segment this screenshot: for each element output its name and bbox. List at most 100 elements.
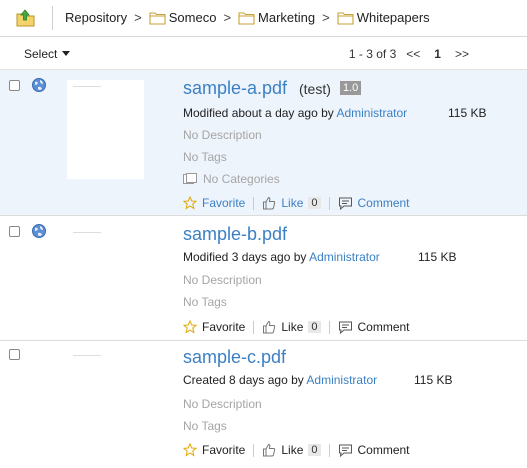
modified-info: Created 8 days ago by Administrator: [183, 373, 377, 387]
breadcrumb-label: Someco: [168, 10, 217, 25]
previous-page-link[interactable]: <<: [406, 47, 420, 61]
description: No Description: [183, 273, 262, 287]
description: No Description: [183, 397, 262, 411]
divider: [52, 6, 53, 30]
row-checkbox[interactable]: [9, 80, 20, 91]
comment-label: Comment: [357, 196, 410, 210]
breadcrumb-label: Whitepapers: [356, 10, 430, 25]
star-icon: [183, 443, 197, 457]
modified-text: Modified 3 days ago by: [183, 250, 307, 264]
file-size: 115 KB: [414, 373, 453, 387]
folder-icon: [337, 11, 354, 25]
breadcrumb-separator: >: [223, 10, 232, 25]
comment-icon: [338, 321, 352, 334]
current-page: 1: [434, 47, 441, 61]
star-icon: [183, 320, 197, 334]
like-label: Like: [281, 443, 304, 457]
breadcrumb-item-marketing[interactable]: Marketing: [238, 10, 315, 25]
document-thumbnail[interactable]: [67, 226, 144, 325]
document-name-link[interactable]: sample-b.pdf: [183, 224, 287, 245]
divider: [253, 443, 255, 457]
like-action[interactable]: Like 0: [262, 320, 321, 334]
folder-up-icon[interactable]: [15, 8, 37, 28]
favorite-label: Favorite: [202, 320, 246, 334]
breadcrumb: Repository > Someco > Marketing > Whitep…: [65, 10, 430, 25]
document-name-link[interactable]: sample-c.pdf: [183, 347, 286, 368]
document-row: sample-b.pdf Modified 3 days ago by Admi…: [0, 216, 527, 341]
breadcrumb-label: Marketing: [258, 10, 316, 25]
user-link[interactable]: Administrator: [336, 106, 407, 120]
breadcrumb-bar: Repository > Someco > Marketing > Whitep…: [0, 0, 527, 37]
comment-action[interactable]: Comment: [338, 196, 410, 210]
favorite-action[interactable]: Favorite: [183, 320, 245, 334]
comment-icon: [338, 444, 352, 457]
document-title: (test): [299, 81, 331, 97]
thumbs-up-icon: [263, 320, 276, 334]
comment-label: Comment: [357, 320, 410, 334]
breadcrumb-separator: >: [134, 10, 142, 25]
row-checkbox[interactable]: [9, 226, 20, 237]
user-link[interactable]: Administrator: [306, 373, 377, 387]
breadcrumb-item-someco[interactable]: Someco: [149, 10, 217, 25]
comment-action[interactable]: Comment: [338, 443, 410, 457]
comment-icon: [338, 197, 352, 210]
user-link[interactable]: Administrator: [309, 250, 380, 264]
select-label: Select: [24, 47, 58, 61]
page-range: 1 - 3 of 3: [348, 47, 397, 61]
divider: [328, 320, 330, 334]
document-actions: Favorite Like 0 Comment: [183, 196, 410, 210]
breadcrumb-label: Repository: [65, 10, 128, 25]
breadcrumb-separator: >: [322, 10, 330, 25]
version-badge: 1.0: [340, 81, 362, 95]
globe-icon: [32, 224, 46, 238]
file-size: 115 KB: [418, 250, 457, 264]
row-checkbox[interactable]: [9, 349, 20, 360]
file-size: 115 KB: [448, 106, 487, 120]
modified-info: Modified 3 days ago by Administrator: [183, 250, 380, 264]
select-menu-button[interactable]: Select: [24, 47, 71, 61]
divider: [253, 320, 255, 334]
globe-icon: [32, 78, 46, 92]
breadcrumb-item-repository[interactable]: Repository: [65, 10, 127, 25]
like-label: Like: [281, 196, 304, 210]
modified-text: Modified about a day ago by: [183, 106, 334, 120]
thumbs-up-icon: [263, 443, 276, 457]
like-count: 0: [308, 197, 321, 209]
document-actions: Favorite Like 0 Comment: [183, 320, 410, 334]
folder-icon: [238, 11, 255, 25]
document-thumbnail[interactable]: [67, 80, 144, 179]
breadcrumb-item-whitepapers[interactable]: Whitepapers: [337, 10, 430, 25]
like-count: 0: [308, 321, 321, 333]
document-row: sample-c.pdf Created 8 days ago by Admin…: [0, 341, 527, 468]
favorite-action[interactable]: Favorite: [183, 196, 245, 210]
like-count: 0: [308, 444, 321, 456]
tags: No Tags: [183, 419, 227, 433]
document-row: sample-a.pdf (test) 1.0 Modified about a…: [0, 70, 527, 216]
document-actions: Favorite Like 0 Comment: [183, 443, 410, 457]
description: No Description: [183, 128, 262, 142]
categories-label: No Categories: [203, 172, 280, 186]
favorite-label: Favorite: [202, 196, 246, 210]
document-thumbnail[interactable]: [67, 349, 144, 448]
divider: [328, 196, 330, 210]
favorite-action[interactable]: Favorite: [183, 443, 245, 457]
like-action[interactable]: Like 0: [262, 196, 321, 210]
like-label: Like: [281, 320, 304, 334]
next-page-link[interactable]: >>: [455, 47, 469, 61]
favorite-label: Favorite: [202, 443, 246, 457]
divider: [253, 196, 255, 210]
like-action[interactable]: Like 0: [262, 443, 321, 457]
comment-label: Comment: [357, 443, 410, 457]
chevron-down-icon: [62, 51, 71, 56]
modified-info: Modified about a day ago by Administrato…: [183, 106, 407, 120]
thumbs-up-icon: [263, 196, 276, 210]
tags: No Tags: [183, 150, 227, 164]
modified-text: Created 8 days ago by: [183, 373, 304, 387]
divider: [328, 443, 330, 457]
tags: No Tags: [183, 295, 227, 309]
pagination: 1 - 3 of 3 << 1 >>: [349, 47, 483, 61]
categories: No Categories: [183, 172, 280, 186]
comment-action[interactable]: Comment: [338, 320, 410, 334]
document-name-link[interactable]: sample-a.pdf: [183, 78, 287, 99]
star-icon: [183, 196, 197, 210]
